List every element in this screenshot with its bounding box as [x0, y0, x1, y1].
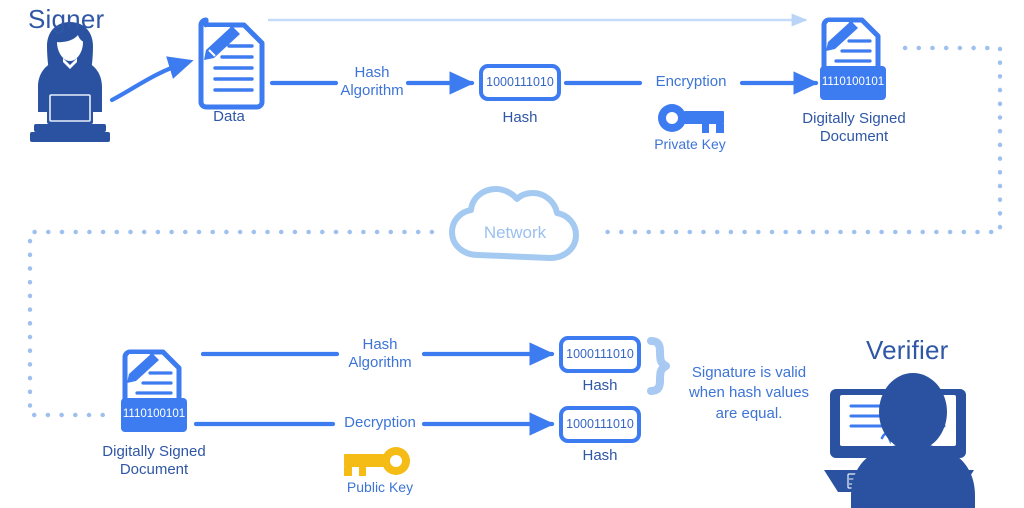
top-signed-doc-tag: 1110100101 — [821, 76, 885, 88]
data-label: Data — [213, 108, 245, 125]
signer-title: Signer — [28, 4, 105, 34]
hash-algorithm-label-top: Hash Algorithm — [340, 64, 404, 99]
top-signed-document-icon — [820, 17, 886, 100]
network-label: Network — [483, 223, 547, 242]
top-hash-value: 1000111010 — [486, 75, 554, 89]
verifier-hash-value-computed: 1000111010 — [566, 347, 634, 361]
public-key-label: Public Key — [346, 479, 414, 495]
verifier-hash-label-computed: Hash — [582, 377, 618, 394]
decryption-label: Decryption — [344, 414, 416, 431]
verifier-icon — [824, 373, 975, 508]
verifier-hash-label-decrypted: Hash — [582, 447, 618, 464]
digital-signature-diagram: Signer Data Hash Algorithm 1000111010 Ha… — [0, 0, 1024, 508]
bottom-signed-doc-tag: 1110100101 — [122, 408, 186, 420]
bottom-signed-document-icon — [121, 349, 187, 432]
comparison-brace — [647, 337, 670, 395]
data-document-icon — [198, 17, 265, 110]
hash-algorithm-label-bottom: Hash Algorithm — [348, 336, 412, 371]
bottom-signed-doc-label: Digitally Signed Document — [102, 443, 206, 478]
signer-icon — [30, 22, 110, 142]
private-key-label: Private Key — [654, 136, 726, 152]
verifier-hash-value-decrypted: 1000111010 — [566, 417, 634, 431]
top-signed-doc-label: Digitally Signed Document — [802, 110, 906, 145]
public-key-icon — [344, 447, 410, 476]
hash-label-top: Hash — [502, 109, 538, 126]
comparison-note: Signature is valid when hash values are … — [688, 364, 810, 422]
signer-to-data-arrow — [109, 56, 194, 103]
verifier-title: Verifier — [866, 335, 949, 365]
private-key-icon — [658, 104, 724, 133]
encryption-label: Encryption — [655, 73, 727, 90]
